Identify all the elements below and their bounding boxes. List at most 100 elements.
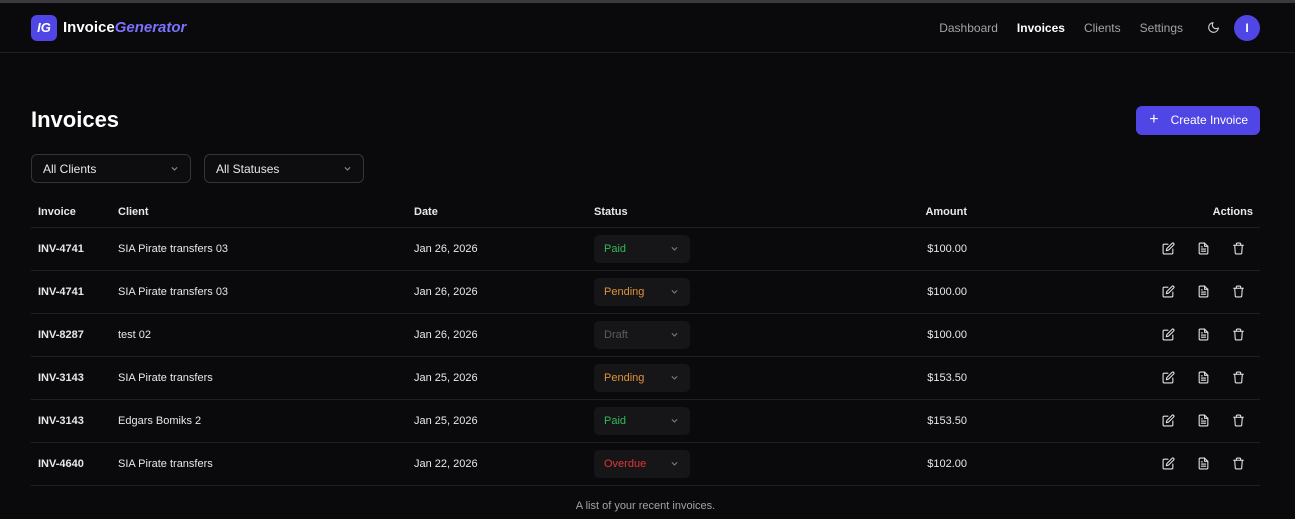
table-caption: A list of your recent invoices. xyxy=(575,499,716,512)
header-client: Client xyxy=(111,197,407,228)
document-icon[interactable] xyxy=(1197,414,1210,427)
table-row[interactable]: INV-3143 SIA Pirate transfers Jan 25, 20… xyxy=(31,356,1260,400)
status-select[interactable]: Pending xyxy=(594,363,690,392)
invoice-amount: $100.00 xyxy=(752,270,974,314)
status-value: Overdue xyxy=(604,457,647,470)
status-value: Pending xyxy=(604,371,645,384)
status-select[interactable]: Paid xyxy=(594,234,690,263)
document-icon[interactable] xyxy=(1197,285,1210,298)
edit-icon[interactable] xyxy=(1162,242,1175,255)
brand-logo[interactable]: IG InvoiceGenerator xyxy=(31,14,186,41)
chevron-down-icon xyxy=(671,418,678,423)
status-select[interactable]: Draft xyxy=(594,320,690,349)
document-icon[interactable] xyxy=(1197,371,1210,384)
trash-icon[interactable] xyxy=(1232,457,1245,470)
table-row[interactable]: INV-4741 SIA Pirate transfers 03 Jan 26,… xyxy=(31,227,1260,271)
edit-icon[interactable] xyxy=(1162,414,1175,427)
invoice-date: Jan 25, 2026 xyxy=(407,356,587,400)
trash-icon[interactable] xyxy=(1232,414,1245,427)
status-cell: Paid xyxy=(587,227,752,271)
invoice-amount: $153.50 xyxy=(752,399,974,443)
invoice-number: INV-3143 xyxy=(31,356,111,400)
actions-cell xyxy=(974,442,1260,486)
create-invoice-button[interactable]: + Create Invoice xyxy=(1136,105,1260,135)
chevron-down-icon xyxy=(671,289,678,294)
invoice-number: INV-4741 xyxy=(31,227,111,271)
nav-link-invoices[interactable]: Invoices xyxy=(1017,21,1065,35)
navbar: IG InvoiceGenerator Dashboard Invoices C… xyxy=(0,3,1295,53)
table-row[interactable]: INV-4640 SIA Pirate transfers Jan 22, 20… xyxy=(31,442,1260,486)
header-invoice: Invoice xyxy=(31,197,111,228)
invoice-number: INV-3143 xyxy=(31,399,111,443)
header-amount: Amount xyxy=(752,197,974,228)
status-cell: Pending xyxy=(587,356,752,400)
nav-link-settings[interactable]: Settings xyxy=(1140,21,1183,35)
document-icon[interactable] xyxy=(1197,457,1210,470)
invoice-date: Jan 22, 2026 xyxy=(407,442,587,486)
trash-icon[interactable] xyxy=(1232,371,1245,384)
edit-icon[interactable] xyxy=(1162,285,1175,298)
brand-name-accent: Generator xyxy=(114,19,187,36)
actions-cell xyxy=(974,270,1260,314)
table-row[interactable]: INV-3143 Edgars Bomiks 2 Jan 25, 2026 Pa… xyxy=(31,399,1260,443)
table-header-row: Invoice Client Date Status Amount Action… xyxy=(31,197,1260,228)
status-value: Draft xyxy=(604,328,628,341)
invoice-amount: $100.00 xyxy=(752,227,974,271)
chevron-down-icon xyxy=(171,166,178,171)
user-avatar[interactable]: I xyxy=(1234,14,1260,41)
invoice-date: Jan 26, 2026 xyxy=(407,227,587,271)
moon-icon[interactable] xyxy=(1205,20,1221,36)
nav-link-dashboard[interactable]: Dashboard xyxy=(939,21,998,35)
client-filter-value: All Clients xyxy=(43,161,97,176)
client-name: Edgars Bomiks 2 xyxy=(111,399,407,443)
status-select[interactable]: Paid xyxy=(594,406,690,435)
chevron-down-icon xyxy=(344,166,351,171)
page-header: Invoices + Create Invoice xyxy=(31,105,1260,135)
actions-cell xyxy=(974,399,1260,443)
status-select[interactable]: Pending xyxy=(594,277,690,306)
client-name: SIA Pirate transfers 03 xyxy=(111,227,407,271)
status-cell: Paid xyxy=(587,399,752,443)
trash-icon[interactable] xyxy=(1232,242,1245,255)
create-invoice-label: Create Invoice xyxy=(1170,113,1248,127)
brand-name: InvoiceGenerator xyxy=(63,19,186,36)
chevron-down-icon xyxy=(671,332,678,337)
trash-icon[interactable] xyxy=(1232,328,1245,341)
chevron-down-icon xyxy=(671,461,678,466)
edit-icon[interactable] xyxy=(1162,457,1175,470)
edit-icon[interactable] xyxy=(1162,371,1175,384)
header-status: Status xyxy=(587,197,752,228)
filter-bar: All Clients All Statuses xyxy=(31,154,1260,183)
nav-link-clients[interactable]: Clients xyxy=(1084,21,1121,35)
chevron-down-icon xyxy=(671,246,678,251)
client-name: SIA Pirate transfers xyxy=(111,442,407,486)
client-name: test 02 xyxy=(111,313,407,357)
table-body: INV-4741 SIA Pirate transfers 03 Jan 26,… xyxy=(31,227,1260,486)
invoice-date: Jan 26, 2026 xyxy=(407,270,587,314)
main-content: Invoices + Create Invoice All Clients Al… xyxy=(0,105,1295,512)
nav-menu: Dashboard Invoices Clients Settings I xyxy=(920,14,1260,41)
status-filter-select[interactable]: All Statuses xyxy=(204,154,364,183)
invoice-number: INV-4741 xyxy=(31,270,111,314)
edit-icon[interactable] xyxy=(1162,328,1175,341)
document-icon[interactable] xyxy=(1197,328,1210,341)
document-icon[interactable] xyxy=(1197,242,1210,255)
table-row[interactable]: INV-8287 test 02 Jan 26, 2026 Draft $100… xyxy=(31,313,1260,357)
status-select[interactable]: Overdue xyxy=(594,449,690,478)
client-filter-select[interactable]: All Clients xyxy=(31,154,191,183)
trash-icon[interactable] xyxy=(1232,285,1245,298)
table-row[interactable]: INV-4741 SIA Pirate transfers 03 Jan 26,… xyxy=(31,270,1260,314)
invoices-table: Invoice Client Date Status Amount Action… xyxy=(31,197,1260,486)
invoice-amount: $100.00 xyxy=(752,313,974,357)
status-value: Pending xyxy=(604,285,645,298)
invoice-amount: $102.00 xyxy=(752,442,974,486)
status-cell: Draft xyxy=(587,313,752,357)
page-title: Invoices xyxy=(31,107,120,132)
actions-cell xyxy=(974,313,1260,357)
invoice-date: Jan 26, 2026 xyxy=(407,313,587,357)
header-actions: Actions xyxy=(974,197,1260,228)
actions-cell xyxy=(974,227,1260,271)
client-name: SIA Pirate transfers 03 xyxy=(111,270,407,314)
status-value: Paid xyxy=(604,242,627,255)
chevron-down-icon xyxy=(671,375,678,380)
